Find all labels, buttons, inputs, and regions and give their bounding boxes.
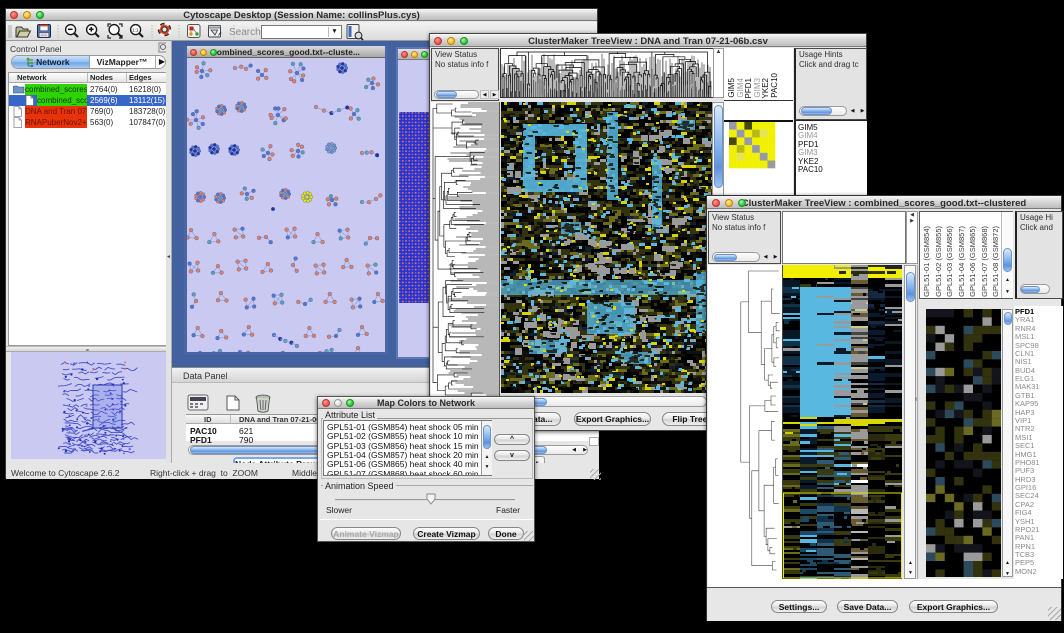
svg-text:1:1: 1:1 — [132, 27, 139, 32]
